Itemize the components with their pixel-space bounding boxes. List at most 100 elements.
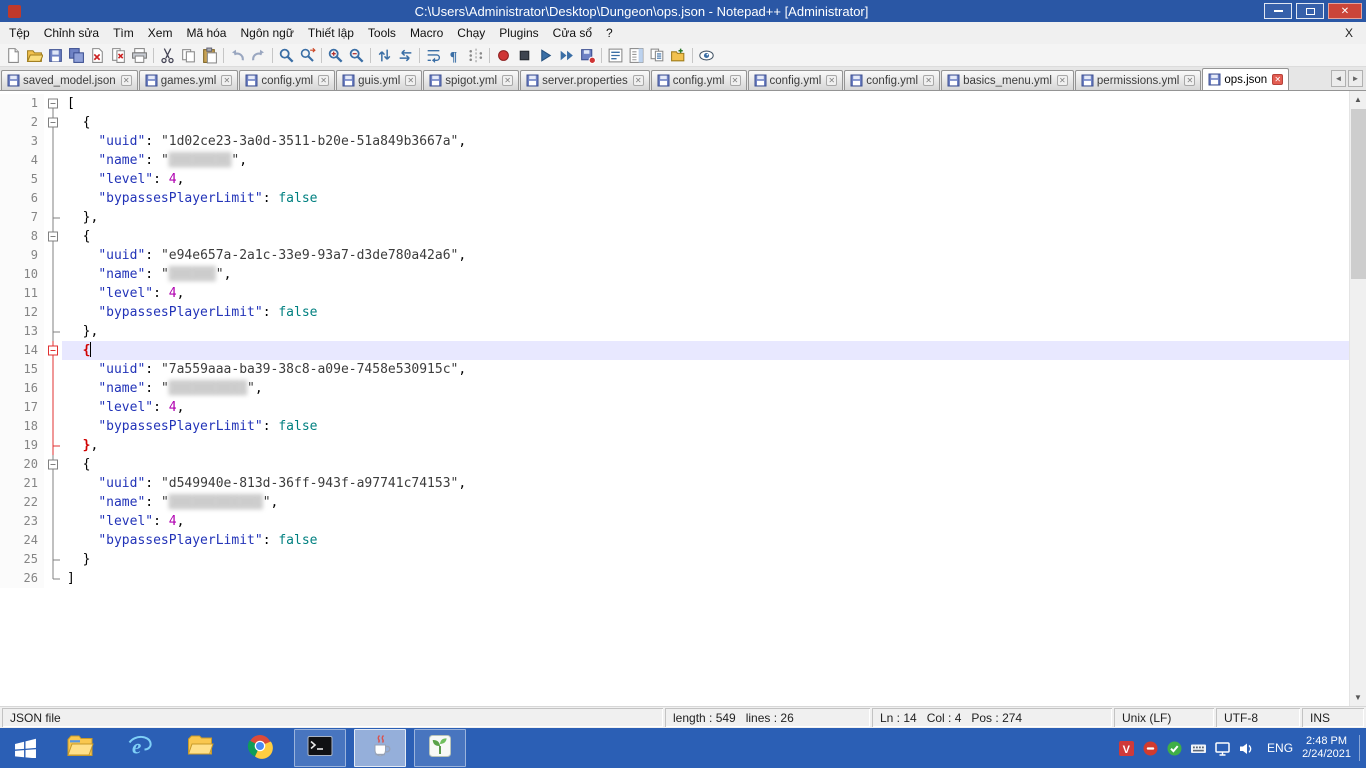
code-line[interactable]: ] xyxy=(62,569,1349,588)
macro-play-icon[interactable] xyxy=(536,46,555,65)
language-indicator[interactable]: ENG xyxy=(1267,741,1293,755)
tab-games.yml[interactable]: games.yml✕ xyxy=(139,70,239,90)
menu-item-file[interactable]: Tệp xyxy=(2,23,37,43)
tab-close-icon[interactable]: ✕ xyxy=(1272,74,1283,85)
network-icon[interactable] xyxy=(1213,739,1231,757)
tab-scroll-right-icon[interactable]: ► xyxy=(1348,70,1363,87)
menu-item-macro[interactable]: Macro xyxy=(403,23,450,43)
sync-vertical-icon[interactable] xyxy=(375,46,394,65)
tab-guis.yml[interactable]: guis.yml✕ xyxy=(336,70,422,90)
code-line[interactable]: "uuid": "e94e657a-2a1c-33e9-93a7-d3de780… xyxy=(62,246,1349,265)
folder-taskbar-button[interactable] xyxy=(174,729,226,767)
code-line[interactable]: "name": "██████████", xyxy=(62,379,1349,398)
code-line[interactable]: "uuid": "d549940e-813d-36ff-943f-a97741c… xyxy=(62,474,1349,493)
menubar-close-icon[interactable]: X xyxy=(1332,26,1366,40)
code-line[interactable]: "name": "████████████", xyxy=(62,493,1349,512)
code-line[interactable]: { xyxy=(62,341,1349,360)
menu-item-help[interactable]: ? xyxy=(599,23,620,43)
minimize-button[interactable] xyxy=(1264,3,1292,19)
word-wrap-icon[interactable] xyxy=(424,46,443,65)
app-icon[interactable] xyxy=(8,5,21,18)
code-line[interactable]: "bypassesPlayerLimit": false xyxy=(62,303,1349,322)
tab-scroll-left-icon[interactable]: ◄ xyxy=(1331,70,1346,87)
tab-config.yml[interactable]: config.yml✕ xyxy=(748,70,844,90)
code-line[interactable]: }, xyxy=(62,208,1349,227)
tab-close-icon[interactable]: ✕ xyxy=(318,75,329,86)
menu-item-window[interactable]: Cửa sổ xyxy=(546,23,599,43)
new-file-icon[interactable] xyxy=(4,46,23,65)
menu-item-run[interactable]: Chạy xyxy=(450,23,492,43)
code-line[interactable]: "name": "██████", xyxy=(62,265,1349,284)
tab-basics_menu.yml[interactable]: basics_menu.yml✕ xyxy=(941,70,1074,90)
tab-close-icon[interactable]: ✕ xyxy=(502,75,513,86)
sync-horizontal-icon[interactable] xyxy=(396,46,415,65)
plant-app-taskbar-button[interactable] xyxy=(414,729,466,767)
code-line[interactable]: "level": 4, xyxy=(62,398,1349,417)
fold-collapse-icon[interactable] xyxy=(44,227,62,246)
tab-close-icon[interactable]: ✕ xyxy=(826,75,837,86)
menu-item-edit[interactable]: Chỉnh sửa xyxy=(37,23,106,43)
red-circle-app-icon[interactable] xyxy=(1141,739,1159,757)
tab-close-icon[interactable]: ✕ xyxy=(730,75,741,86)
scroll-up-icon[interactable]: ▲ xyxy=(1350,91,1366,108)
code-line[interactable]: }, xyxy=(62,322,1349,341)
code-line[interactable]: "bypassesPlayerLimit": false xyxy=(62,531,1349,550)
document-list-icon[interactable] xyxy=(648,46,667,65)
code-line[interactable]: "level": 4, xyxy=(62,170,1349,189)
scrollbar-thumb[interactable] xyxy=(1351,109,1366,279)
tab-close-icon[interactable]: ✕ xyxy=(221,75,232,86)
show-all-characters-icon[interactable]: ¶ xyxy=(445,46,464,65)
copy-icon[interactable] xyxy=(179,46,198,65)
code-line[interactable]: "level": 4, xyxy=(62,512,1349,531)
tab-saved_model.json[interactable]: saved_model.json✕ xyxy=(1,70,138,90)
tab-ops.json[interactable]: ops.json✕ xyxy=(1202,68,1289,91)
fold-collapse-icon[interactable] xyxy=(44,341,62,360)
code-line[interactable]: "bypassesPlayerLimit": false xyxy=(62,417,1349,436)
redo-icon[interactable] xyxy=(249,46,268,65)
cut-icon[interactable] xyxy=(158,46,177,65)
close-button[interactable]: ✕ xyxy=(1328,3,1362,19)
replace-icon[interactable] xyxy=(298,46,317,65)
print-icon[interactable] xyxy=(130,46,149,65)
volume-icon[interactable] xyxy=(1237,739,1255,757)
fold-collapse-icon[interactable] xyxy=(44,113,62,132)
file-explorer-taskbar-button[interactable] xyxy=(54,729,106,767)
scroll-down-icon[interactable]: ▼ xyxy=(1350,689,1366,706)
menu-item-settings[interactable]: Thiết lập xyxy=(301,23,361,43)
zoom-out-icon[interactable] xyxy=(347,46,366,65)
code-line[interactable]: { xyxy=(62,227,1349,246)
command-prompt-taskbar-button[interactable] xyxy=(294,729,346,767)
vertical-scrollbar[interactable]: ▲ ▼ xyxy=(1349,91,1366,706)
start-button[interactable] xyxy=(0,728,50,768)
find-icon[interactable] xyxy=(277,46,296,65)
zoom-in-icon[interactable] xyxy=(326,46,345,65)
document-map-icon[interactable] xyxy=(627,46,646,65)
close-all-icon[interactable] xyxy=(109,46,128,65)
save-all-icon[interactable] xyxy=(67,46,86,65)
function-list-icon[interactable] xyxy=(606,46,625,65)
code-line[interactable]: } xyxy=(62,550,1349,569)
show-desktop-button[interactable] xyxy=(1359,735,1366,761)
menu-item-plugins[interactable]: Plugins xyxy=(492,23,545,43)
menu-item-view[interactable]: Xem xyxy=(141,23,180,43)
code-line[interactable]: { xyxy=(62,455,1349,474)
tab-close-icon[interactable]: ✕ xyxy=(923,75,934,86)
paste-icon[interactable] xyxy=(200,46,219,65)
menu-item-encoding[interactable]: Mã hóa xyxy=(179,23,233,43)
code-line[interactable]: "bypassesPlayerLimit": false xyxy=(62,189,1349,208)
macro-stop-icon[interactable] xyxy=(515,46,534,65)
macro-play-multiple-icon[interactable] xyxy=(557,46,576,65)
tab-spigot.yml[interactable]: spigot.yml✕ xyxy=(423,70,519,90)
green-check-app-icon[interactable] xyxy=(1165,739,1183,757)
fold-collapse-icon[interactable] xyxy=(44,455,62,474)
tab-config.yml[interactable]: config.yml✕ xyxy=(651,70,747,90)
tab-close-icon[interactable]: ✕ xyxy=(121,75,132,86)
code-line[interactable]: { xyxy=(62,113,1349,132)
save-icon[interactable] xyxy=(46,46,65,65)
close-icon[interactable] xyxy=(88,46,107,65)
maximize-button[interactable] xyxy=(1296,3,1324,19)
code-line[interactable]: "name": "████████", xyxy=(62,151,1349,170)
code-line[interactable]: "uuid": "1d02ce23-3a0d-3511-b20e-51a849b… xyxy=(62,132,1349,151)
macro-record-icon[interactable] xyxy=(494,46,513,65)
tab-close-icon[interactable]: ✕ xyxy=(1184,75,1195,86)
